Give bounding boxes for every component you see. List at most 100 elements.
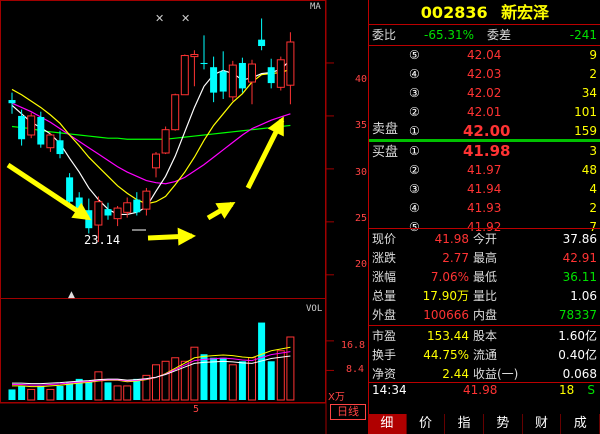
- quote-row: 涨幅 7.06% 最低 36.11: [369, 267, 600, 287]
- candle-body-up: [161, 129, 170, 154]
- candle-body-up: [180, 55, 189, 96]
- weicha-label: 委差: [487, 28, 512, 42]
- ask-row[interactable]: ① 42.00 159: [369, 121, 600, 141]
- quote-value: 36.11: [562, 270, 597, 284]
- candle-body-up: [152, 153, 160, 169]
- bid-volume: 4: [589, 182, 597, 196]
- quote-label: 最高: [473, 251, 498, 265]
- candle-body-up: [113, 207, 122, 220]
- bid-row[interactable]: ④ 41.93 2: [369, 198, 600, 218]
- quote-row: 现价 41.98 今开 37.86: [369, 229, 600, 249]
- stats-value: 0.40亿: [558, 348, 597, 362]
- candle-body-down: [210, 67, 218, 93]
- tab-finance[interactable]: 财: [523, 414, 562, 434]
- tab-trades[interactable]: 成: [561, 414, 600, 434]
- candle-body-down: [37, 116, 45, 145]
- tab-trend[interactable]: 势: [484, 414, 523, 434]
- ask-price: 42.01: [467, 105, 502, 119]
- candle-body-up: [276, 59, 285, 88]
- volume-bar-down: [104, 382, 112, 400]
- ask-row[interactable]: ⑤ 42.04 9: [369, 45, 600, 65]
- volume-bar-up: [248, 357, 256, 401]
- quote-value: 2.77: [442, 251, 469, 265]
- ask-level: ③: [409, 86, 420, 100]
- ask-level: ①: [409, 124, 420, 138]
- quote-value: 37.86: [562, 232, 597, 246]
- ask-row[interactable]: ② 42.01 101: [369, 102, 600, 122]
- volume-bar-up: [46, 388, 55, 401]
- stock-code: 002836: [420, 3, 488, 22]
- volume-bar-up: [113, 385, 122, 401]
- quote-value: 1.06: [570, 289, 597, 303]
- quote-row: 总量 17.90万 量比 1.06: [369, 286, 600, 306]
- ask-volume: 159: [574, 124, 597, 138]
- volume-bar-down: [56, 385, 64, 400]
- bid-price-best: 41.98: [463, 142, 511, 160]
- bid-level: ④: [409, 201, 420, 215]
- stats-value: 1.60亿: [558, 329, 597, 343]
- candle-body-down: [56, 140, 64, 155]
- volume-bar-down: [200, 354, 208, 400]
- candle-body-down: [8, 100, 16, 104]
- stats-label: 股本: [473, 329, 498, 343]
- bid-volume: 3: [589, 144, 597, 158]
- tick-volume: 18: [559, 383, 575, 397]
- volume-bar-down: [133, 378, 141, 400]
- candle-body-up: [142, 190, 151, 210]
- quote-label: 总量: [372, 289, 397, 303]
- tab-index[interactable]: 指: [445, 414, 485, 434]
- ask-volume: 9: [589, 48, 597, 62]
- quote-label: 外盘: [372, 308, 397, 322]
- volume-bar-up: [123, 385, 132, 401]
- candle-body-up: [248, 63, 256, 83]
- candle-body-down: [133, 199, 141, 213]
- price-tick-35: 35: [355, 120, 368, 131]
- price-tick-40: 40: [355, 74, 368, 85]
- volume-bar-down: [210, 357, 218, 400]
- bid-volume: 48: [581, 163, 597, 177]
- bid-level: ②: [409, 163, 420, 177]
- triangle-marker-icon: ▲: [68, 290, 75, 300]
- bid-row[interactable]: ③ 41.94 4: [369, 179, 600, 199]
- period-button[interactable]: 日线: [330, 404, 366, 420]
- quote-value: 41.98: [434, 232, 469, 246]
- volume-bar-down: [219, 357, 227, 400]
- quote-label: 现价: [372, 232, 397, 246]
- close-chart-icon-2[interactable]: ✕: [181, 12, 190, 25]
- vol-unit-label: X万: [328, 392, 345, 403]
- volume-bar-down: [66, 382, 74, 400]
- tick-row[interactable]: 14:34 41.98 18 S: [369, 380, 600, 400]
- ask-row[interactable]: ④ 42.03 2: [369, 64, 600, 84]
- quote-value: 7.06%: [430, 270, 469, 284]
- volume-bars: [8, 322, 334, 401]
- volume-bar-up: [94, 371, 103, 401]
- kline-chart-area[interactable]: MA VOL ✕ ✕ ▲ 23.14 5 40 35 30 25 20 16.8…: [0, 0, 368, 434]
- quote-value: 42.91: [562, 251, 597, 265]
- stock-name: 新宏泽: [501, 3, 550, 22]
- tab-price[interactable]: 价: [407, 414, 446, 434]
- bid-row[interactable]: ② 41.97 48: [369, 160, 600, 180]
- ask-level: ②: [409, 105, 420, 119]
- weicha-value: -241: [569, 28, 597, 42]
- bid-row[interactable]: ① 41.98 3: [369, 141, 600, 161]
- volume-bar-up: [190, 346, 199, 401]
- close-chart-icon[interactable]: ✕: [155, 12, 164, 25]
- ask-row[interactable]: ③ 42.02 34: [369, 83, 600, 103]
- vol-tick-16-8: 16.8: [341, 340, 366, 351]
- bid-price: 41.94: [467, 182, 502, 196]
- candle-body-up: [171, 94, 180, 131]
- volume-bar-up: [171, 357, 180, 401]
- quote-label: 内盘: [473, 308, 498, 322]
- quote-row: 外盘 100666 内盘 78337: [369, 305, 600, 325]
- tab-detail[interactable]: 细: [368, 414, 407, 434]
- quote-label: 最低: [473, 270, 498, 284]
- candle-body-down: [66, 177, 74, 202]
- ask-price-best: 42.00: [463, 122, 511, 140]
- stats-label: 流通: [473, 348, 498, 362]
- stats-value: 153.44: [427, 329, 469, 343]
- tick-direction: S: [587, 383, 595, 397]
- kline-chart-svg[interactable]: [0, 0, 368, 434]
- quote-label: 涨幅: [372, 270, 397, 284]
- volume-bar-up: [152, 364, 160, 401]
- candle-body-up: [94, 201, 103, 226]
